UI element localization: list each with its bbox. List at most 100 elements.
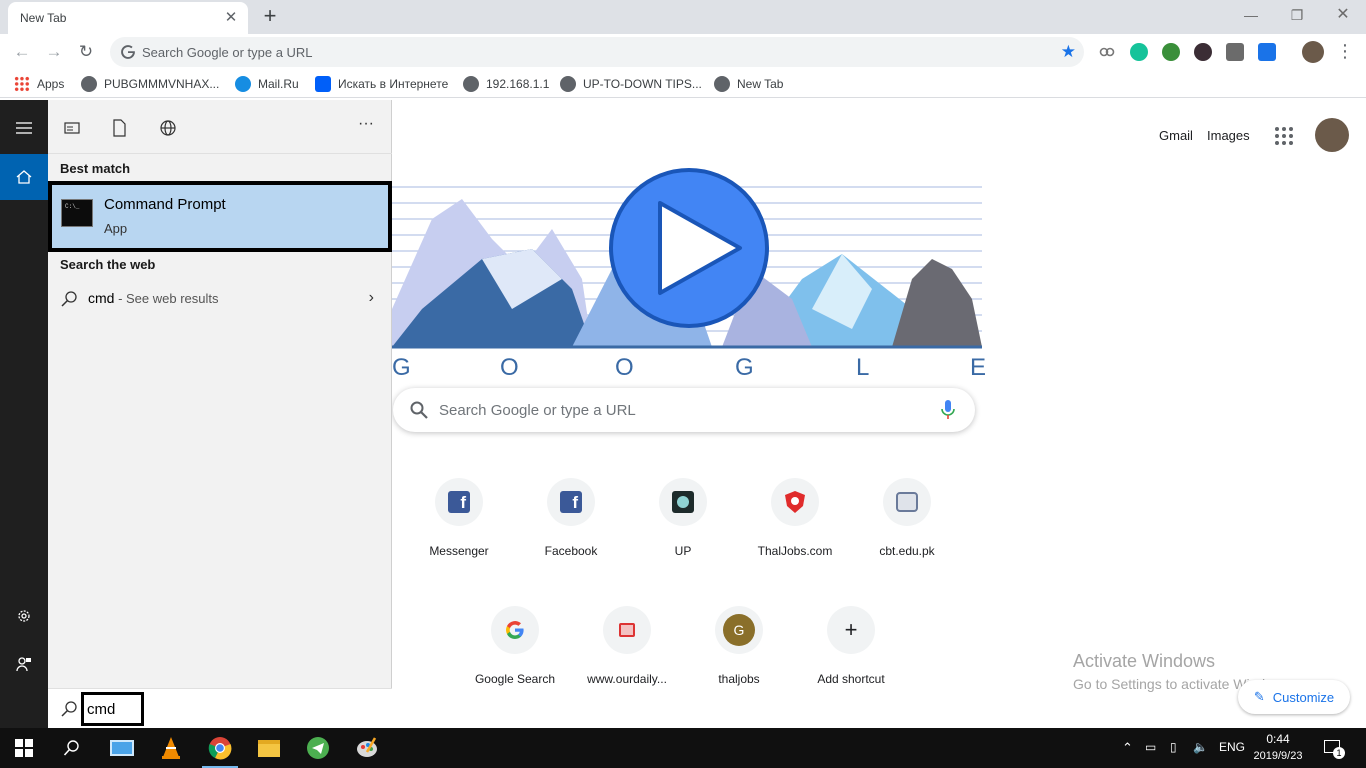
profile-avatar[interactable] <box>1302 41 1324 63</box>
globe-icon <box>81 76 97 92</box>
web-search-result[interactable]: cmd - See web results › <box>48 282 392 314</box>
hamburger-menu-icon[interactable] <box>0 105 48 151</box>
shortcut-ourdaily[interactable]: www.ourdaily... <box>571 606 683 718</box>
google-apps-icon[interactable] <box>1274 126 1294 146</box>
extension-globe-icon[interactable] <box>1162 43 1180 61</box>
restore-button[interactable]: ❐ <box>1274 4 1320 28</box>
shortcut-thaljobs[interactable]: G thaljobs <box>683 606 795 718</box>
pencil-icon: ✎ <box>1253 689 1265 704</box>
google-doodle[interactable]: G O O G L E <box>392 159 992 379</box>
file-explorer-icon[interactable] <box>245 728 293 768</box>
clock-time[interactable]: 0:44 <box>1258 732 1298 746</box>
doodle-letter: L <box>856 354 869 379</box>
globe-icon <box>714 76 730 92</box>
gmail-link[interactable]: Gmail <box>1159 128 1193 143</box>
chrome-taskbar-icon[interactable] <box>196 728 244 768</box>
plus-icon: + <box>827 606 875 654</box>
bookmark-pubg[interactable]: PUBGMMMVNHAX... <box>81 76 219 92</box>
grammarly-icon[interactable] <box>1130 43 1148 61</box>
windows-start-icon[interactable] <box>0 728 48 768</box>
apps-grid-icon <box>14 76 30 92</box>
shortcut-label: Google Search <box>474 672 556 686</box>
activate-title: Activate Windows <box>1073 651 1216 671</box>
apps-filter-icon[interactable] <box>62 118 82 138</box>
new-tab-button[interactable]: + <box>258 5 282 29</box>
shortcut-label: cbt.edu.pk <box>879 544 935 558</box>
chrome-menu-icon[interactable]: ⋮ <box>1336 41 1354 61</box>
facebook-extension-icon[interactable] <box>1226 43 1244 61</box>
command-prompt-result[interactable]: C:\_ Command Prompt App <box>48 181 392 252</box>
action-center-icon[interactable]: 1 <box>1322 738 1345 759</box>
extension-icon[interactable] <box>1098 43 1116 61</box>
show-hidden-icons-icon[interactable]: ⌃ <box>1122 740 1133 756</box>
shortcut-facebook[interactable]: f Facebook <box>515 478 627 590</box>
newtab-search-box[interactable]: Search Google or type a URL <box>393 388 975 432</box>
bookmark-newtab[interactable]: New Tab <box>714 76 783 92</box>
forward-button[interactable]: → <box>42 40 66 64</box>
documents-filter-icon[interactable] <box>109 118 129 138</box>
vlc-icon[interactable] <box>147 728 195 768</box>
user-feedback-icon[interactable] <box>0 641 48 687</box>
bookmark-router[interactable]: 192.168.1.1 <box>463 76 549 92</box>
bookmark-search-internet[interactable]: Искать в Интернете <box>315 76 448 92</box>
start-search-input[interactable] <box>81 692 144 726</box>
bookmark-label: Apps <box>37 77 65 91</box>
paint-icon[interactable] <box>343 728 391 768</box>
mailru-icon <box>235 76 251 92</box>
shortcut-label: thaljobs <box>718 672 760 686</box>
bookmarks-bar: Apps PUBGMMMVNHAX... Mail.Ru Искать в Ин… <box>0 70 1366 98</box>
search-web-heading: Search the web <box>60 257 156 272</box>
web-filter-globe-icon[interactable] <box>158 118 178 138</box>
account-avatar[interactable] <box>1315 118 1349 152</box>
bookmark-mailru[interactable]: Mail.Ru <box>235 76 299 92</box>
browser-toolbar: ← → ↻ Search Google or type a URL ★ ⋮ <box>0 34 1366 70</box>
language-indicator[interactable]: ENG <box>1219 740 1245 754</box>
home-icon[interactable] <box>0 154 48 200</box>
web-result-suffix: - See web results <box>114 291 219 306</box>
tab-title: New Tab <box>20 11 67 25</box>
microphone-icon[interactable] <box>941 400 955 420</box>
telegram-icon[interactable] <box>294 728 342 768</box>
google-g-icon <box>121 45 135 59</box>
network-icon[interactable]: ▭ <box>1145 740 1156 754</box>
doodle-letter: E <box>970 354 986 379</box>
doodle-letter: O <box>500 354 519 379</box>
tab-close-icon[interactable]: ✕ <box>222 9 240 27</box>
shortcut-messenger[interactable]: f Messenger <box>403 478 515 590</box>
shortcut-up[interactable]: UP <box>627 478 739 590</box>
web-query: cmd <box>88 290 115 306</box>
newtab-search-placeholder: Search Google or type a URL <box>439 402 636 419</box>
bookmark-apps[interactable]: Apps <box>14 76 64 92</box>
bookmark-uptodown[interactable]: UP-TO-DOWN TIPS... <box>560 76 702 92</box>
more-options-icon[interactable]: ··· <box>358 115 378 135</box>
minimize-button[interactable]: — <box>1228 4 1274 28</box>
extension-blue-icon[interactable] <box>1258 43 1276 61</box>
shortcut-thaljobs-com[interactable]: ThalJobs.com <box>739 478 851 590</box>
address-bar[interactable]: Search Google or type a URL ★ <box>110 37 1084 67</box>
bookmark-star-icon[interactable]: ★ <box>1061 42 1076 62</box>
search-icon <box>410 401 428 419</box>
result-type: App <box>104 221 128 236</box>
extension-k-icon[interactable] <box>1194 43 1212 61</box>
volume-icon[interactable]: 🔈 <box>1193 740 1208 754</box>
this-pc-icon[interactable] <box>98 728 146 768</box>
bookmark-label: Mail.Ru <box>258 77 299 91</box>
shortcut-cbt[interactable]: cbt.edu.pk <box>851 478 963 590</box>
images-link[interactable]: Images <box>1207 128 1250 143</box>
add-shortcut-button[interactable]: + Add shortcut <box>795 606 907 718</box>
back-button[interactable]: ← <box>10 40 34 64</box>
battery-icon[interactable]: ▯ <box>1170 740 1177 754</box>
ourdaily-icon <box>603 606 651 654</box>
customize-button[interactable]: ✎ Customize <box>1238 680 1350 714</box>
shortcut-google-search[interactable]: Google Search <box>459 606 571 718</box>
tab-new-tab[interactable]: New Tab ✕ <box>8 2 248 34</box>
clock-date[interactable]: 2019/9/23 <box>1248 750 1308 762</box>
chevron-right-icon[interactable]: › <box>369 289 374 307</box>
start-search-panel: ··· Best match C:\_ Command Prompt App S… <box>48 100 392 728</box>
close-window-button[interactable]: ✕ <box>1320 4 1366 28</box>
settings-gear-icon[interactable] <box>0 593 48 639</box>
taskbar-search-icon[interactable] <box>48 728 96 768</box>
bookmark-label: New Tab <box>737 77 784 91</box>
search-bookmark-icon <box>315 76 331 92</box>
reload-button[interactable]: ↻ <box>74 40 98 64</box>
